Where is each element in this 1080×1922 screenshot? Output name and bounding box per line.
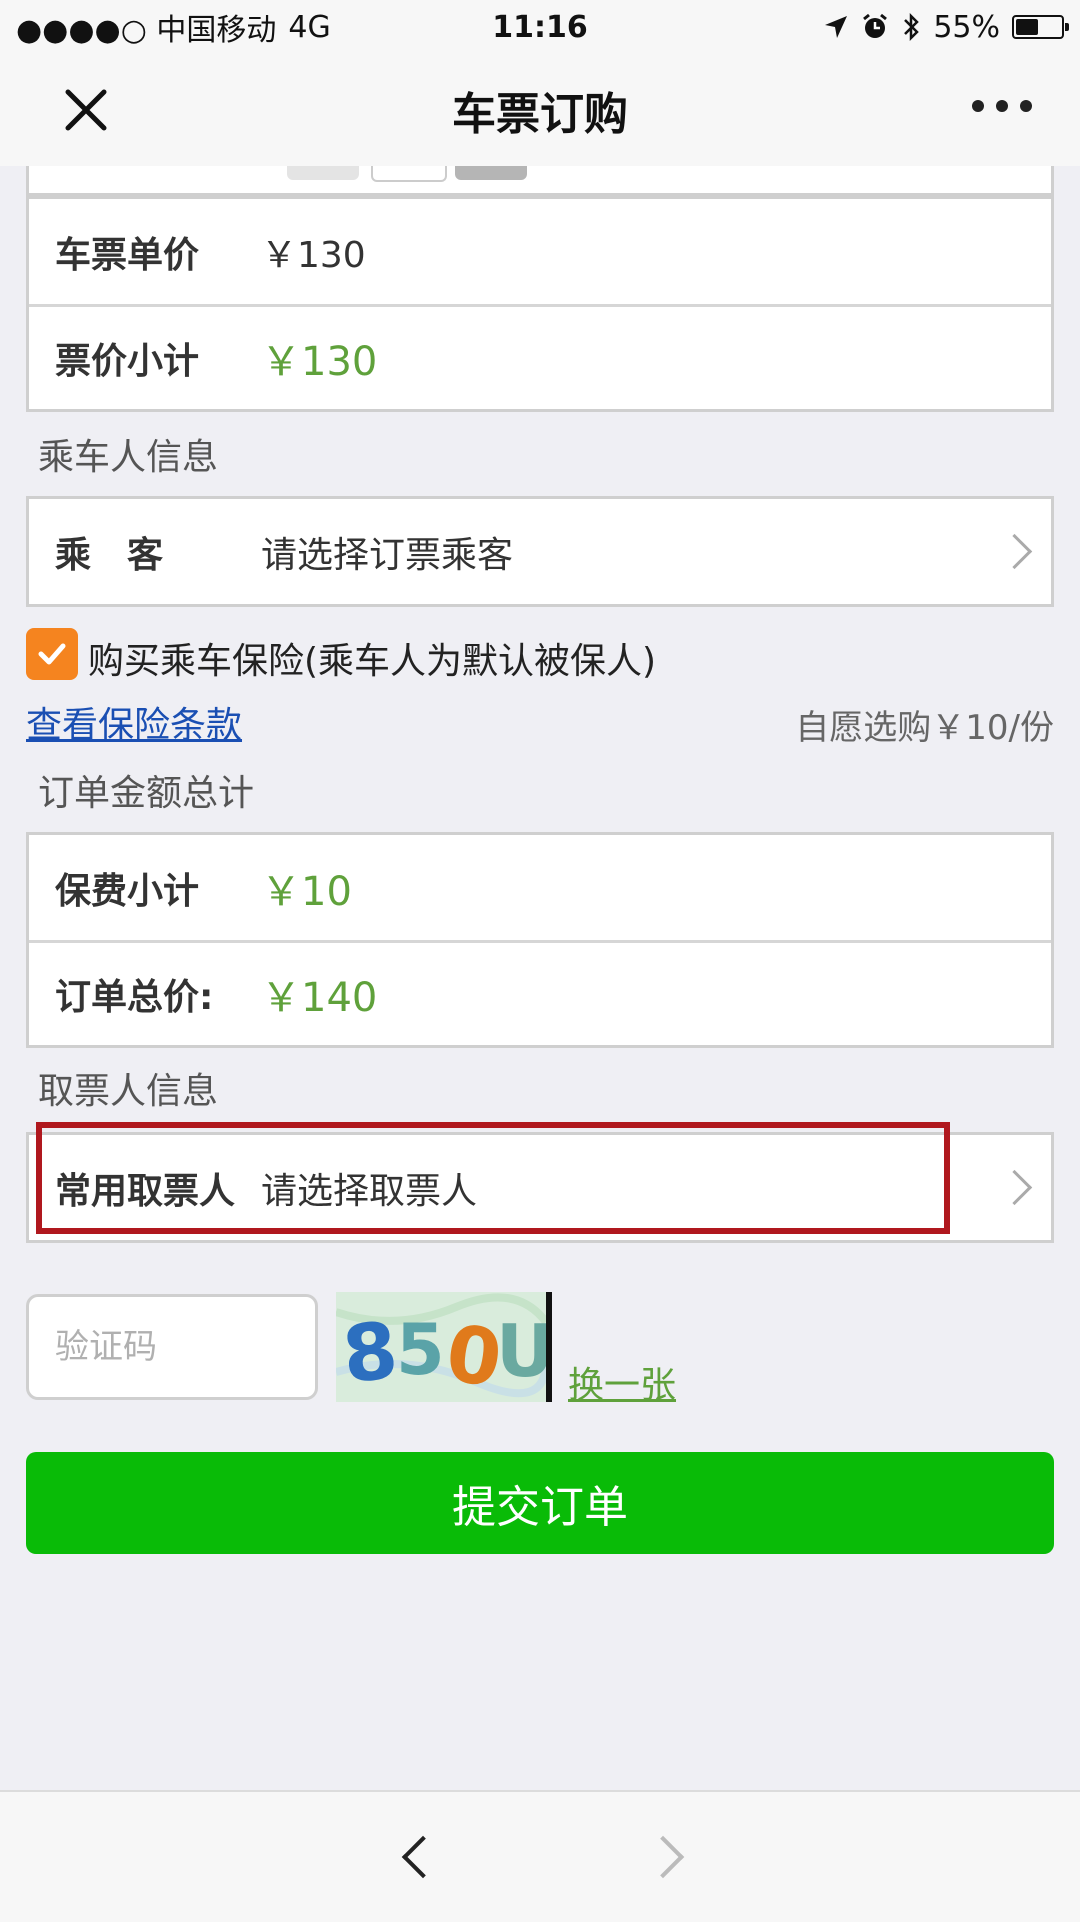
ticket-price-label: 车票单价 bbox=[55, 234, 200, 276]
passenger-label: 乘 客 bbox=[55, 534, 164, 576]
captcha-char: 5 bbox=[396, 1309, 445, 1391]
partial-row bbox=[26, 166, 1054, 196]
nav-bar: 车票订购 bbox=[0, 54, 1080, 166]
bluetooth-icon bbox=[904, 12, 920, 42]
forward-arrow-icon[interactable] bbox=[641, 1835, 685, 1879]
partial-button bbox=[371, 166, 447, 182]
battery-tip bbox=[1065, 23, 1069, 31]
insurance-checkbox[interactable] bbox=[26, 628, 78, 680]
collector-card: 常用取票人 请选择取票人 bbox=[26, 1132, 1054, 1243]
ticket-subtotal-value: ￥130 bbox=[261, 339, 378, 385]
total-row: 订单总价: ￥140 bbox=[29, 940, 1051, 1045]
carrier-name: ●●●●○ 中国移动 bbox=[16, 13, 277, 48]
partial-button bbox=[455, 166, 527, 180]
insurance-price-note: 自愿选购￥10/份 bbox=[795, 708, 1054, 748]
collector-row[interactable]: 常用取票人 请选择取票人 bbox=[29, 1135, 1051, 1240]
premium-value: ￥10 bbox=[261, 868, 352, 915]
ticket-price-row: 车票单价 ￥130 bbox=[29, 199, 1051, 304]
bottom-nav-bar bbox=[0, 1790, 1080, 1922]
ticket-subtotal-row: 票价小计 ￥130 bbox=[29, 304, 1051, 409]
passenger-section-title: 乘车人信息 bbox=[38, 437, 219, 478]
passenger-card: 乘 客 请选择订票乘客 bbox=[26, 496, 1054, 607]
more-dot bbox=[972, 100, 984, 112]
chevron-right-icon bbox=[996, 533, 1033, 569]
ticket-subtotal-label: 票价小计 bbox=[55, 341, 200, 382]
back-arrow-icon[interactable] bbox=[401, 1835, 445, 1879]
captcha-char: U bbox=[496, 1309, 546, 1393]
captcha-char: 8 bbox=[339, 1306, 402, 1401]
partial-button bbox=[287, 166, 359, 180]
more-dot bbox=[1020, 100, 1032, 112]
network-type: 4G bbox=[288, 9, 331, 45]
close-icon[interactable] bbox=[60, 84, 112, 136]
ticket-price-value: ￥130 bbox=[261, 234, 366, 276]
captcha-input[interactable] bbox=[26, 1294, 318, 1400]
alarm-icon bbox=[863, 13, 888, 38]
chevron-right-icon bbox=[996, 1169, 1033, 1205]
insurance-checkbox-label[interactable]: 购买乘车保险(乘车人为默认被保人) bbox=[88, 632, 656, 684]
captcha-graphic: 8 5 0 U bbox=[336, 1292, 546, 1402]
more-icon[interactable] bbox=[972, 100, 1032, 112]
insurance-terms-link[interactable]: 查看保险条款 bbox=[26, 696, 242, 748]
submit-order-button[interactable]: 提交订单 bbox=[26, 1452, 1054, 1554]
passenger-row[interactable]: 乘 客 请选择订票乘客 bbox=[29, 499, 1051, 604]
passenger-placeholder: 请选择订票乘客 bbox=[261, 534, 514, 576]
collector-section-title: 取票人信息 bbox=[38, 1071, 219, 1112]
order-total-card: 保费小计 ￥10 订单总价: ￥140 bbox=[26, 832, 1054, 1048]
checkmark-icon bbox=[38, 643, 66, 665]
status-right: 55% bbox=[823, 9, 1069, 45]
premium-label: 保费小计 bbox=[55, 870, 200, 912]
order-total-section-title: 订单金额总计 bbox=[38, 773, 255, 814]
captcha-image[interactable]: 8 5 0 U bbox=[336, 1292, 552, 1402]
total-value: ￥140 bbox=[261, 975, 378, 1021]
battery-percent: 55% bbox=[933, 9, 1000, 45]
battery-fill bbox=[1016, 19, 1039, 35]
location-arrow-icon bbox=[825, 16, 848, 38]
collector-label: 常用取票人 bbox=[55, 1170, 236, 1212]
premium-row: 保费小计 ￥10 bbox=[29, 835, 1051, 940]
status-left: ●●●●○ 中国移动 4G bbox=[16, 5, 331, 49]
content-area[interactable]: 车票单价 ￥130 票价小计 ￥130 乘车人信息 乘 客 请选择订票乘客 购买… bbox=[0, 166, 1080, 1790]
captcha-refresh-link[interactable]: 换一张 bbox=[568, 1356, 676, 1408]
status-bar: ●●●●○ 中国移动 4G 11:16 55% bbox=[0, 0, 1080, 54]
ticket-price-card: 车票单价 ￥130 票价小计 ￥130 bbox=[26, 196, 1054, 412]
total-label: 订单总价: bbox=[55, 977, 214, 1018]
battery-icon bbox=[1012, 15, 1069, 39]
page-title: 车票订购 bbox=[452, 89, 628, 140]
collector-placeholder: 请选择取票人 bbox=[261, 1170, 478, 1212]
more-dot bbox=[996, 100, 1008, 112]
